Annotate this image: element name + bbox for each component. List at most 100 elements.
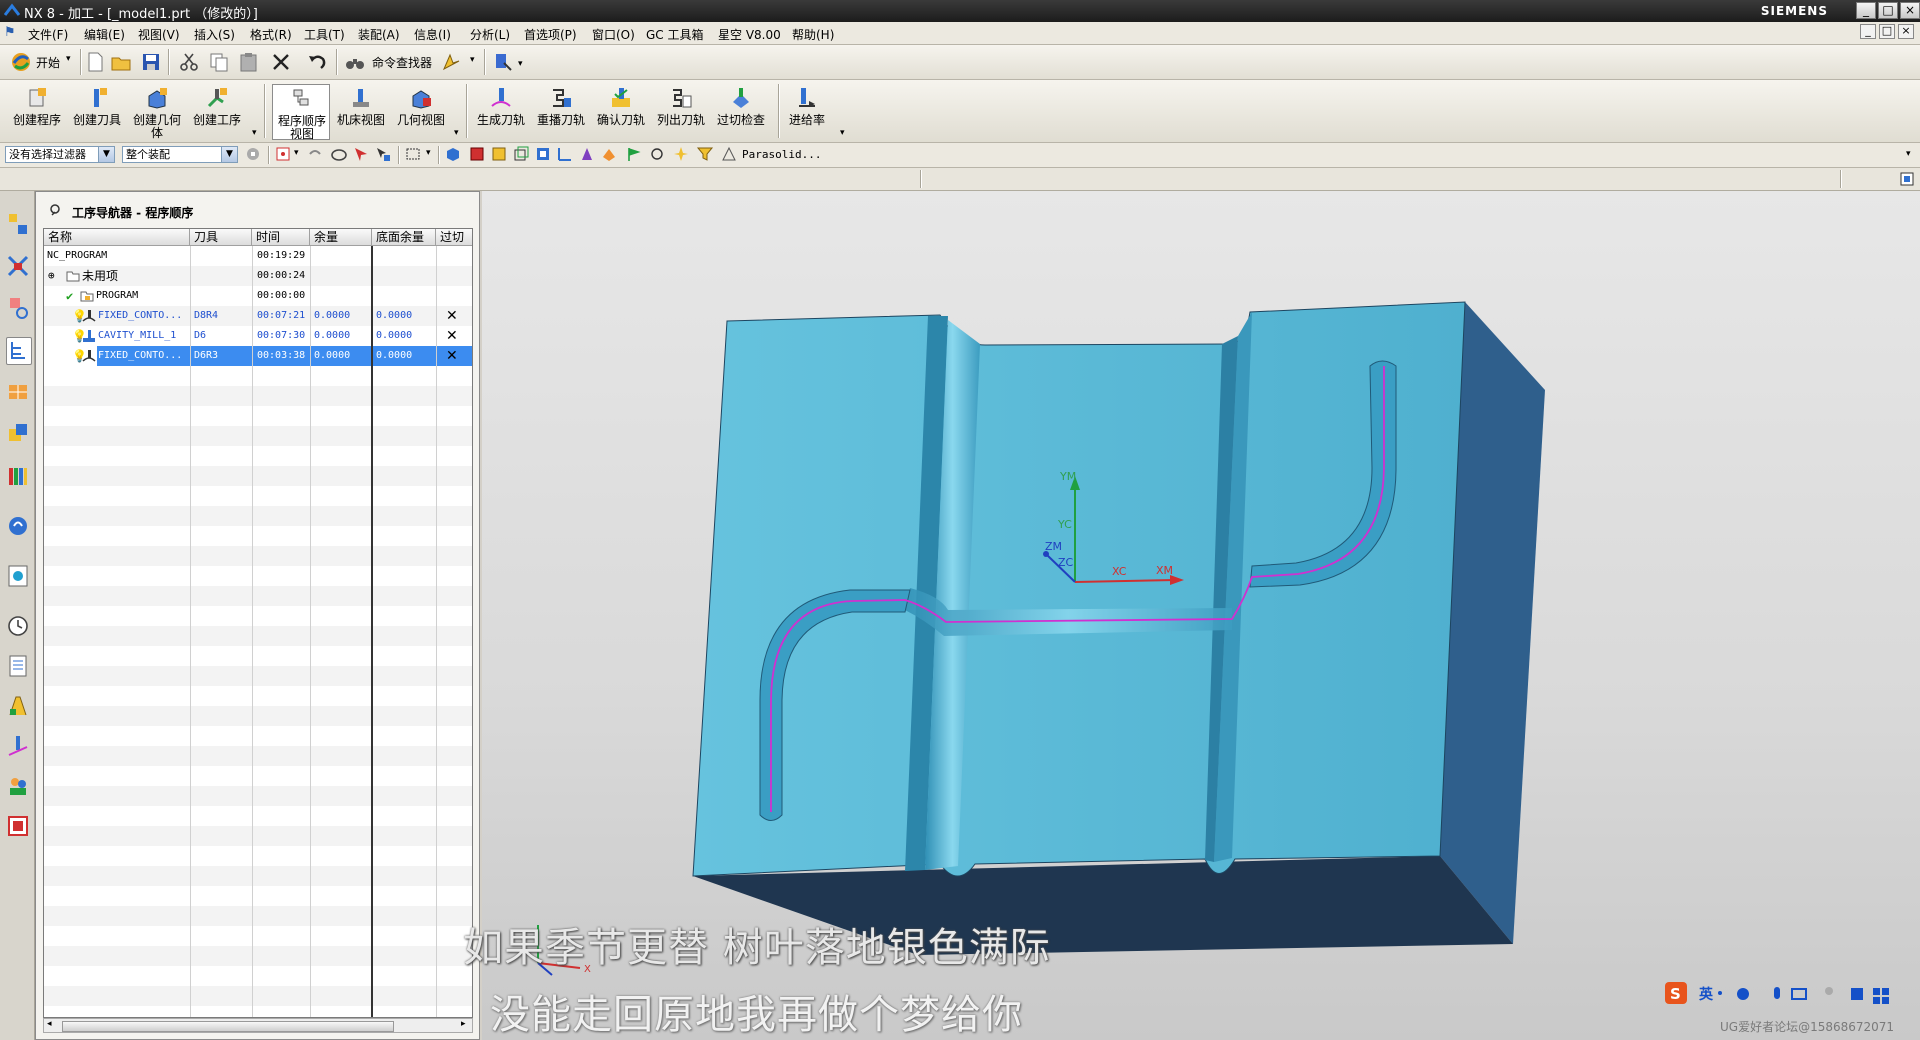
menu-window[interactable]: 窗口(O) [592, 26, 635, 43]
machining-feature-navigator-icon[interactable] [6, 421, 30, 447]
customize-dropdown-icon[interactable]: ▾ [518, 59, 523, 69]
geometry-view-button[interactable]: 几何视图 [392, 84, 450, 140]
gouge-check-button[interactable]: 过切检查 [712, 84, 770, 140]
reuse-library-icon[interactable] [6, 463, 30, 489]
multi-select-icon[interactable] [374, 145, 392, 163]
start-button[interactable]: 开始 [36, 54, 60, 71]
assembly-navigator-icon[interactable] [6, 211, 30, 237]
menu-analysis[interactable]: 分析(L) [470, 26, 510, 43]
selection-priority-icon[interactable] [440, 51, 462, 73]
rectangle-dropdown-icon[interactable]: ▾ [426, 148, 431, 158]
menu-preferences[interactable]: 首选项(P) [524, 26, 577, 43]
binoculars-icon[interactable] [344, 51, 366, 73]
column-header-name[interactable]: 名称 [44, 229, 190, 246]
replay-toolpath-button[interactable]: 重播刀轨 [532, 84, 590, 140]
table-row-program[interactable]: ✔ PROGRAM 00:00:00 [44, 286, 472, 306]
create-operation-button[interactable]: 创建工序 [188, 84, 246, 140]
curve-filter-icon[interactable] [556, 145, 574, 163]
paste-icon[interactable] [238, 51, 260, 73]
snap-dropdown-icon[interactable]: ▾ [294, 148, 299, 158]
scroll-left-icon[interactable]: ◂ [47, 1019, 52, 1029]
ime-toolbar[interactable]: S 英 [1665, 982, 1889, 1004]
save-icon[interactable] [140, 51, 162, 73]
scope-dropdown-icon[interactable]: ▼ [221, 147, 237, 162]
scroll-thumb[interactable] [62, 1021, 394, 1032]
doc-restore-button[interactable]: □ [1879, 24, 1895, 39]
doc-minimize-button[interactable]: _ [1860, 24, 1876, 39]
column-header-floor-stock[interactable]: 底面余量 [372, 229, 436, 246]
feed-rate-button[interactable]: 进给率 [778, 84, 836, 140]
pin-icon[interactable] [48, 203, 62, 217]
menu-app-icon[interactable]: ⚑ [4, 25, 16, 40]
component-filter-icon[interactable] [578, 145, 596, 163]
feature-filter-icon[interactable] [534, 145, 552, 163]
command-finder-button[interactable]: 命令查找器 [372, 54, 432, 71]
toolbar-overflow-icon[interactable]: ▾ [1906, 149, 1911, 159]
menu-insert[interactable]: 插入(S) [194, 26, 235, 43]
menu-view[interactable]: 视图(V) [138, 26, 180, 43]
hd3d-tools-icon[interactable] [6, 513, 30, 539]
program-order-view-button[interactable]: 程序顺序视图 [272, 84, 330, 141]
solid-body-icon[interactable] [444, 145, 462, 163]
undo-icon[interactable] [306, 51, 328, 73]
process-studio-icon[interactable] [6, 693, 30, 719]
sheet-filter-icon[interactable] [600, 145, 618, 163]
arrow-select-icon[interactable] [352, 145, 370, 163]
create-geometry-button[interactable]: 创建几何体 [128, 84, 186, 140]
start-icon[interactable] [10, 51, 32, 73]
column-header-tool[interactable]: 刀具 [190, 229, 252, 246]
menu-format[interactable]: 格式(R) [250, 26, 292, 43]
selection-options-icon[interactable] [244, 145, 262, 163]
create-tool-button[interactable]: 创建刀具 [68, 84, 126, 140]
scope-select[interactable]: 整个装配 ▼ [122, 146, 238, 163]
menu-tools[interactable]: 工具(T) [304, 26, 345, 43]
cut-icon[interactable] [178, 51, 200, 73]
create-group-dropdown-icon[interactable]: ▾ [252, 128, 257, 138]
constraint-navigator-icon[interactable] [6, 253, 30, 279]
type-filter-dropdown-icon[interactable]: ▼ [98, 147, 114, 162]
create-program-button[interactable]: 创建程序 [8, 84, 66, 140]
body-filter-icon[interactable] [512, 145, 530, 163]
part-navigator-icon[interactable] [6, 295, 30, 321]
table-row-unused-items[interactable]: ⊕ 未用项 00:00:24 [44, 266, 472, 286]
menu-info[interactable]: 信息(I) [414, 26, 451, 43]
flag-filter-icon[interactable] [624, 145, 642, 163]
close-button[interactable]: × [1900, 2, 1920, 19]
maximize-button[interactable]: □ [1878, 2, 1898, 19]
open-folder-icon[interactable] [110, 51, 132, 73]
snap-point-icon[interactable] [274, 145, 292, 163]
table-row-operation-selected[interactable]: 💡 FIXED_CONTO... D6R3 00:03:38 0.0000 0.… [44, 346, 472, 366]
doc-close-button[interactable]: × [1898, 24, 1914, 39]
select-by-name-icon[interactable] [330, 145, 348, 163]
operation-navigator-icon[interactable] [6, 337, 32, 365]
machine-tool-view-button[interactable]: 机床视图 [332, 84, 390, 140]
scroll-right-icon[interactable]: ▸ [461, 1019, 466, 1029]
roles-icon[interactable] [6, 773, 30, 799]
menu-xingkong[interactable]: 星空 V8.00 [718, 26, 781, 43]
history-icon[interactable] [6, 613, 30, 639]
edge-filter-icon[interactable] [490, 145, 508, 163]
face-filter-icon[interactable] [468, 145, 486, 163]
rectangle-select-icon[interactable] [404, 145, 422, 163]
table-row-nc-program[interactable]: NC_PROGRAM 00:19:29 [44, 246, 472, 266]
menu-help[interactable]: 帮助(H) [792, 26, 834, 43]
selection-dropdown-icon[interactable]: ▾ [470, 55, 475, 65]
column-header-time[interactable]: 时间 [252, 229, 310, 246]
copy-icon[interactable] [208, 51, 230, 73]
table-row-operation[interactable]: 💡 FIXED_CONTO... D8R4 00:07:21 0.0000 0.… [44, 306, 472, 326]
horizontal-scrollbar[interactable]: ◂ ▸ [43, 1018, 473, 1033]
operation-dropdown-icon[interactable]: ▾ [840, 128, 845, 138]
ime-language-label[interactable]: 英 [1698, 986, 1714, 1003]
web-browser-icon[interactable] [6, 563, 30, 589]
menu-assembly[interactable]: 装配(A) [358, 26, 400, 43]
graphics-window[interactable]: YM YC ZM ZC XC XM X S 英 [482, 191, 1920, 1040]
funnel-filter-icon[interactable] [696, 145, 714, 163]
start-dropdown-icon[interactable]: ▾ [66, 54, 71, 64]
manufacturing-wizard-icon[interactable] [6, 733, 30, 759]
generate-toolpath-button[interactable]: 生成刀轨 [472, 84, 530, 140]
column-header-stock[interactable]: 余量 [310, 229, 372, 246]
full-screen-icon[interactable] [1898, 170, 1916, 188]
new-file-icon[interactable] [84, 51, 106, 73]
expand-icon[interactable]: ⊕ [48, 266, 55, 286]
minimize-button[interactable]: _ [1856, 2, 1876, 19]
